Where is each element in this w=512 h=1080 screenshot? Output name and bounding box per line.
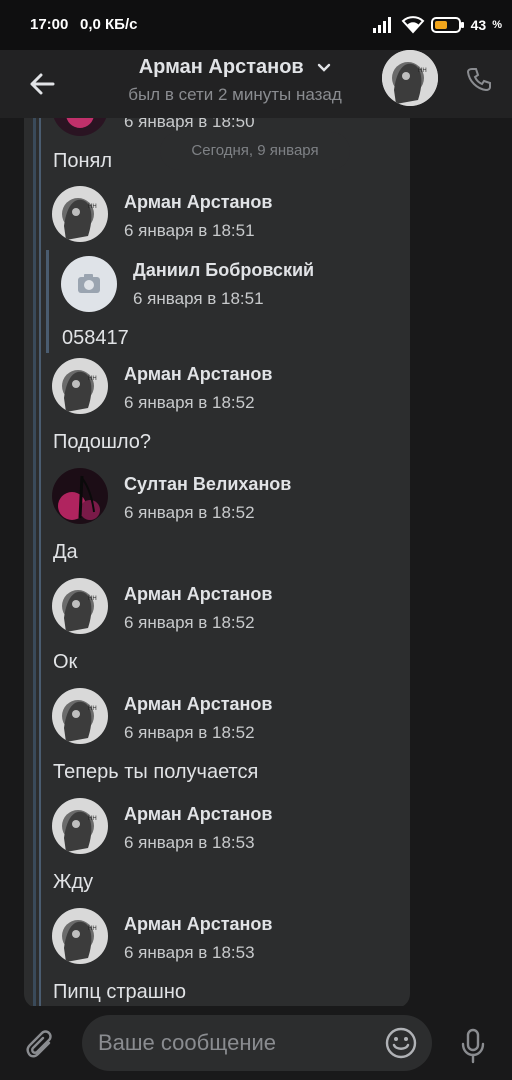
message-text: Теперь ты получается	[53, 761, 259, 783]
status-net-speed: 0,0 КБ/с	[80, 16, 138, 33]
avatar: HH	[52, 358, 108, 414]
battery-unit: %	[492, 19, 502, 31]
contact-avatar[interactable]: HH	[382, 50, 438, 106]
avatar: HH	[52, 908, 108, 964]
author-name[interactable]: Арман Арстанов	[124, 804, 272, 825]
message-time: 6 января в 18:52	[124, 613, 255, 632]
emoji-button[interactable]	[384, 1026, 418, 1060]
message-time: 6 января в 18:51	[133, 289, 264, 308]
paperclip-icon	[26, 1030, 52, 1058]
avatar: HH	[52, 186, 108, 242]
message-text: Понял	[53, 150, 113, 172]
microphone-icon	[461, 1028, 485, 1064]
chat-title-text: Арман Арстанов	[138, 56, 304, 78]
author-name[interactable]: Арман Арстанов	[124, 192, 272, 213]
status-icons: 43 %	[372, 14, 502, 36]
call-button[interactable]	[462, 62, 496, 96]
avatar: HH	[382, 50, 438, 106]
chat-header: Арман Арстанов был в сети 2 минуты назад…	[0, 50, 512, 118]
nested-forward-bar	[46, 250, 49, 353]
message-input-placeholder: Ваше сообщение	[98, 1030, 276, 1055]
message-time: 6 января в 18:52	[124, 393, 255, 412]
svg-text:HH: HH	[88, 376, 97, 382]
message-time: 6 января в 18:52	[124, 723, 255, 742]
battery-percent: 43	[470, 17, 487, 33]
svg-text:HH: HH	[88, 926, 97, 932]
last-seen-status: был в сети 2 минуты назад	[128, 85, 342, 104]
avatar	[52, 468, 108, 524]
avatar: HH	[52, 688, 108, 744]
attach-button[interactable]	[20, 1026, 60, 1066]
back-button[interactable]	[22, 64, 62, 104]
message-input[interactable]: Ваше сообщение	[82, 1015, 432, 1071]
phone-icon	[466, 68, 491, 92]
svg-text:HH: HH	[88, 204, 97, 210]
chevron-down-icon	[318, 63, 331, 72]
wifi-icon	[401, 16, 425, 34]
forward-bar	[33, 118, 36, 1006]
status-time: 17:00	[30, 16, 69, 33]
author-name[interactable]: Арман Арстанов	[124, 364, 272, 385]
message-time: 6 января в 18:52	[124, 503, 255, 522]
message-time: 6 января в 18:53	[124, 943, 255, 962]
arrow-left-icon	[30, 73, 55, 95]
message-text: Да	[53, 541, 78, 563]
message-time: 6 января в 18:51	[124, 221, 255, 240]
author-name[interactable]: Султан Велиханов	[124, 474, 291, 495]
voice-message-button[interactable]	[453, 1026, 493, 1066]
composer: Ваше сообщение	[0, 1006, 512, 1080]
svg-text:HH: HH	[88, 596, 97, 602]
status-bar: 17:00 0,0 КБ/с 43 %	[0, 0, 512, 50]
date-separator: Сегодня, 9 января	[160, 132, 350, 170]
avatar: HH	[52, 578, 108, 634]
svg-text:HH: HH	[418, 68, 427, 74]
svg-text:HH: HH	[88, 816, 97, 822]
camera-icon	[78, 274, 100, 293]
message-time: 6 января в 18:50	[124, 118, 255, 131]
message-list[interactable]: 6 января в 18:50 Сегодня, 9 января Понял…	[0, 118, 512, 1006]
message-text: Пипц страшно	[53, 981, 187, 1003]
signal-icon	[372, 17, 391, 33]
chat-title[interactable]: Арман Арстанов	[100, 56, 370, 79]
author-name[interactable]: Арман Арстанов	[124, 914, 272, 935]
forward-bar-inner	[39, 118, 41, 1006]
svg-text:HH: HH	[88, 706, 97, 712]
battery-icon	[430, 17, 464, 33]
author-name[interactable]: Арман Арстанов	[124, 584, 272, 605]
message-time: 6 января в 18:53	[124, 833, 255, 852]
message-text: 058417	[62, 327, 129, 349]
author-name[interactable]: Даниил Бобровский	[133, 260, 314, 281]
avatar: HH	[52, 798, 108, 854]
message-text: Ок	[53, 651, 78, 673]
message-text: Жду	[53, 871, 94, 893]
smiley-icon	[385, 1027, 417, 1059]
author-name[interactable]: Арман Арстанов	[124, 694, 272, 715]
message-text: Подошло?	[53, 431, 152, 453]
avatar	[61, 256, 117, 312]
